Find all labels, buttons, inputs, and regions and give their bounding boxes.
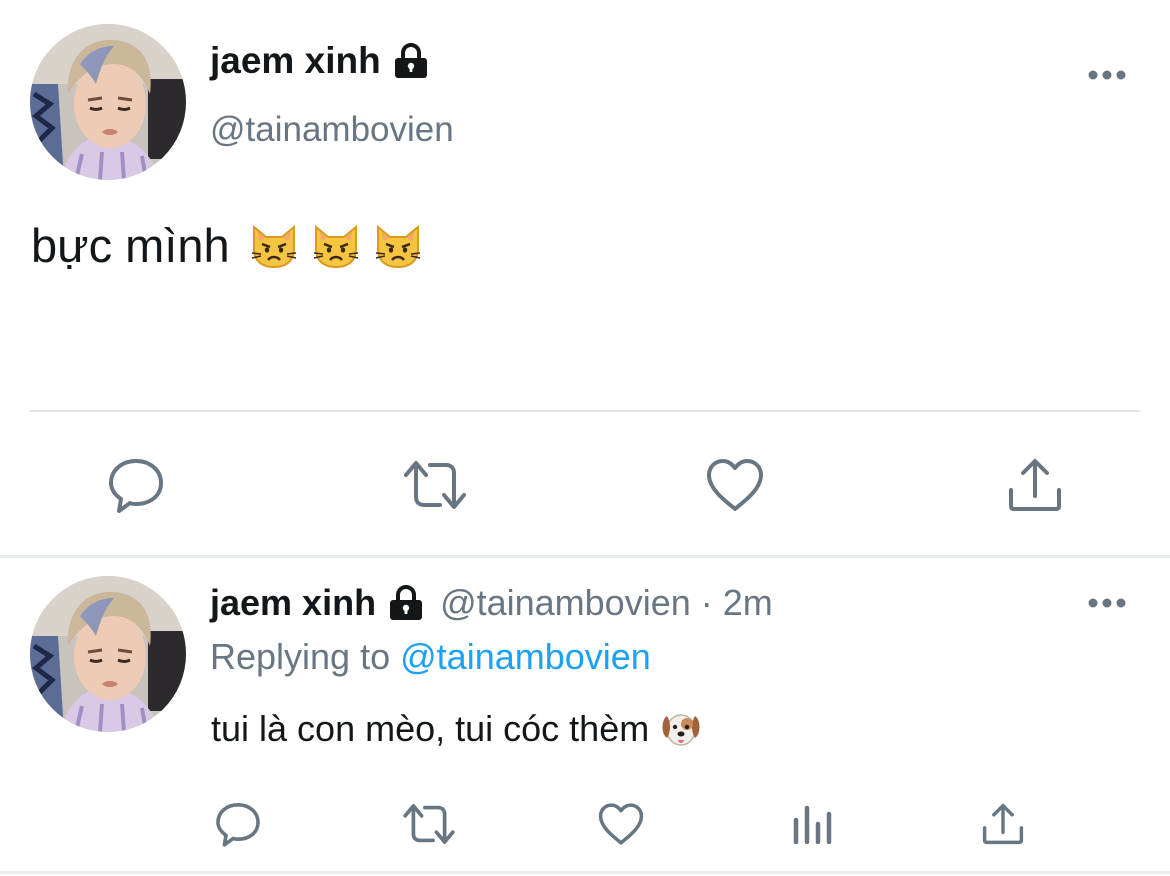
section-divider: [0, 555, 1170, 558]
share-button[interactable]: [1000, 452, 1070, 518]
dog-face-emoji-icon: [661, 710, 701, 748]
bar-chart-icon: [792, 804, 834, 844]
share-icon: [980, 801, 1026, 847]
reply-button[interactable]: [210, 796, 266, 852]
reply-button[interactable]: [100, 452, 172, 518]
reply-tweet-timestamp[interactable]: 2m: [723, 582, 773, 624]
pouting-cat-emoji-icon: [312, 223, 360, 269]
like-button[interactable]: [594, 796, 648, 852]
bottom-divider: [0, 871, 1170, 874]
reply-tweet-display-name[interactable]: jaem xinh: [210, 582, 376, 624]
share-icon: [1005, 456, 1065, 514]
lock-icon: [393, 43, 429, 79]
reply-tweet-header: jaem xinh @tainambovien · 2m: [210, 582, 773, 624]
retweet-icon: [400, 457, 470, 513]
reply-icon: [106, 455, 166, 515]
lock-icon: [388, 585, 424, 621]
retweet-button[interactable]: [398, 452, 472, 518]
retweet-button[interactable]: [398, 796, 460, 852]
reply-tweet-handle[interactable]: @tainambovien: [440, 582, 691, 624]
more-options-icon[interactable]: [1087, 596, 1127, 610]
main-tweet-handle[interactable]: @tainambovien: [210, 110, 454, 150]
main-tweet-text-content: bực mình: [31, 219, 230, 272]
retweet-icon: [400, 801, 458, 847]
heart-icon: [597, 802, 645, 846]
share-button[interactable]: [976, 796, 1030, 852]
reply-tweet-text: tui là con mèo, tui cóc thèm: [211, 708, 701, 750]
replying-to-line: Replying to @tainambovien: [210, 636, 651, 678]
main-tweet-display-name[interactable]: jaem xinh: [210, 40, 381, 82]
reply-tweet-text-content: tui là con mèo, tui cóc thèm: [211, 708, 650, 749]
separator-dot: ·: [700, 582, 713, 623]
heart-icon: [705, 457, 765, 513]
pouting-cat-emoji-icon: [250, 223, 298, 269]
main-tweet-text: bực mình: [31, 218, 422, 273]
replying-to-label: Replying to: [210, 636, 391, 677]
pouting-cat-emoji-icon: [374, 223, 422, 269]
replying-to-mention-link[interactable]: @tainambovien: [400, 636, 651, 677]
main-tweet-avatar[interactable]: [30, 24, 186, 180]
reply-tweet-avatar[interactable]: [30, 576, 186, 732]
divider: [30, 410, 1140, 412]
like-button[interactable]: [700, 452, 770, 518]
more-options-icon[interactable]: [1087, 68, 1127, 82]
reply-icon: [214, 800, 262, 848]
main-tweet-display-name-row[interactable]: jaem xinh: [210, 40, 429, 82]
analytics-button[interactable]: [786, 796, 840, 852]
